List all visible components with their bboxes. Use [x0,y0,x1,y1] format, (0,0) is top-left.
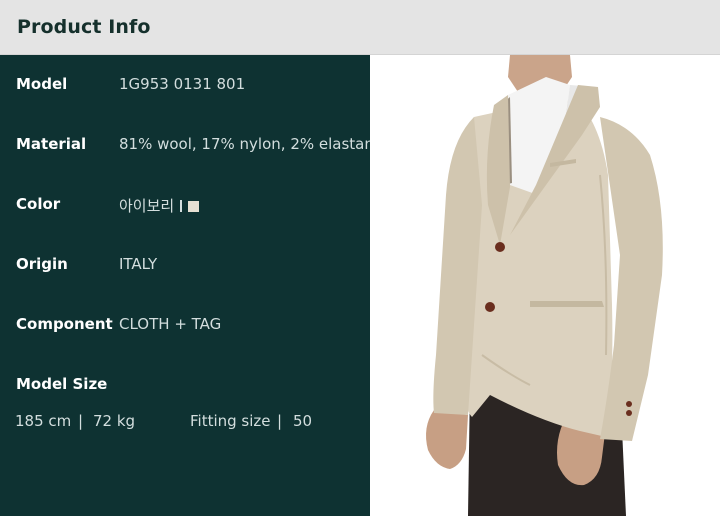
color-swatch-icon [188,201,200,212]
header-bar: Product Info [0,0,720,55]
spec-value-material: 81% wool, 17% nylon, 2% elastane [119,135,370,153]
spec-panel: Model 1G953 0131 801 Material 81% wool, … [0,55,370,516]
model-height: 185 cm [15,412,72,430]
page-title: Product Info [17,16,151,38]
model-size-title: Model Size [16,375,108,393]
spec-row-color: Color 아이보리 [0,195,370,219]
fitting-size-label: Fitting size [190,412,271,430]
spec-row-material: Material 81% wool, 17% nylon, 2% elastan… [0,135,370,159]
spec-value-origin: ITALY [119,255,158,273]
size-separator: | [277,412,283,430]
spec-value-model: 1G953 0131 801 [119,75,246,93]
model-size-line: 185 cm | 72 kg Fitting size | 50 [15,412,370,434]
spec-row-component: Component CLOTH + TAG [0,315,370,339]
spec-value-color-wrap: 아이보리 [119,195,200,216]
spec-label-model: Model [16,75,68,93]
color-separator [180,200,183,212]
product-photo [370,55,720,516]
spec-label-origin: Origin [16,255,68,273]
model-weight: 72 kg [93,412,136,430]
spec-label-material: Material [16,135,87,153]
size-separator: | [78,412,84,430]
spec-row-model: Model 1G953 0131 801 [0,75,370,99]
spec-value-component: CLOTH + TAG [119,315,222,333]
spec-row-origin: Origin ITALY [0,255,370,279]
spec-value-color: 아이보리 [119,197,175,215]
model-wearing-jacket-image [426,55,663,516]
spec-label-component: Component [16,315,113,333]
fitting-size-value: 50 [293,412,313,430]
spec-label-color: Color [16,195,61,213]
